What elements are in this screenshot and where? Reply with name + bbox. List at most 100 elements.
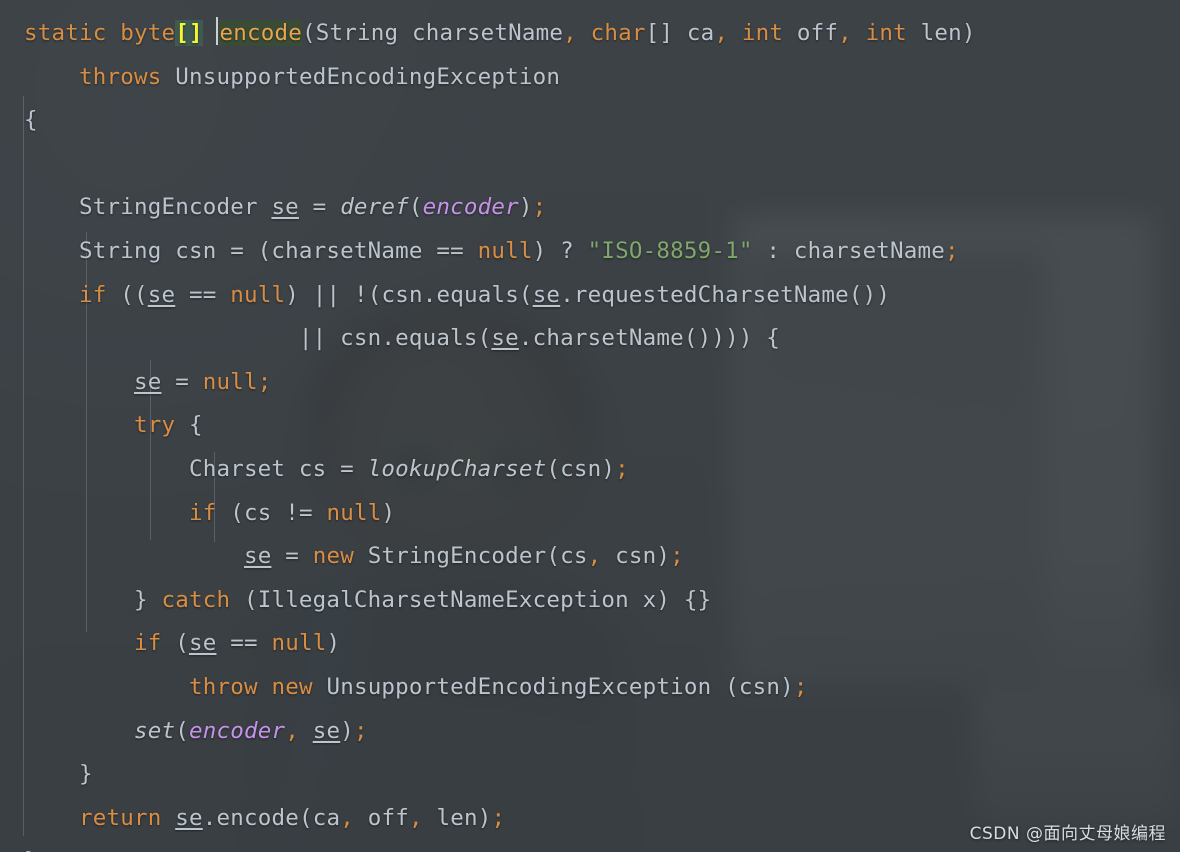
code-token: csn)	[601, 543, 671, 570]
code-editor-screenshot: static byte[] encode(String charsetName,…	[0, 0, 1180, 852]
code-line-14[interactable]: } catch (IllegalCharsetNameException x) …	[24, 579, 1180, 623]
code-line-16[interactable]: throw new UnsupportedEncodingException (…	[24, 666, 1180, 710]
code-token: StringEncoder	[24, 194, 272, 221]
code-token: }	[24, 848, 38, 852]
code-token: UnsupportedEncodingException	[161, 63, 561, 90]
code-token: ;	[353, 717, 368, 744]
code-line-11[interactable]: Charset cs = lookupCharset(csn);	[24, 448, 1180, 492]
code-token: || csn.equals(	[24, 325, 492, 352]
code-token: catch	[161, 586, 231, 613]
code-token: StringEncoder(cs	[353, 543, 588, 570]
code-token: return	[79, 804, 162, 831]
code-token: }	[24, 586, 162, 613]
code-line-18[interactable]: }	[24, 753, 1180, 797]
code-token: null	[202, 368, 258, 395]
code-line-3[interactable]: {	[24, 99, 1180, 143]
code-token: ((	[106, 281, 148, 308]
code-token: throw	[188, 673, 258, 700]
code-token: (cs !=	[216, 499, 327, 526]
code-token: throws	[79, 63, 162, 90]
code-token: if	[188, 499, 217, 526]
code-token: []	[175, 20, 203, 46]
code-line-6[interactable]: String csn = (charsetName == null) ? "IS…	[24, 230, 1180, 274]
code-token: Charset cs =	[24, 455, 368, 482]
code-token: len)	[422, 804, 492, 831]
code-token: ,	[714, 20, 729, 46]
code-line-1[interactable]: static byte[] encode(String charsetName,…	[24, 12, 1180, 56]
code-token: char	[590, 20, 646, 46]
code-line-13[interactable]: se = new StringEncoder(cs, csn);	[24, 535, 1180, 579]
code-token: ;	[491, 804, 506, 831]
code-token: null	[230, 281, 286, 308]
code-token: }	[24, 761, 93, 788]
code-token: ) ?	[532, 237, 588, 264]
code-token: [] ca	[645, 20, 715, 46]
code-token: encoder	[188, 717, 286, 744]
code-token: se	[188, 630, 217, 657]
code-token: se	[147, 281, 176, 308]
code-token: =	[161, 368, 203, 395]
code-token: int	[865, 20, 907, 46]
code-token: (IllegalCharsetNameException x) {}	[230, 586, 712, 613]
code-line-8[interactable]: || csn.equals(se.charsetName()))) {	[24, 317, 1180, 361]
code-token: ==	[216, 630, 272, 657]
code-token: String csn = (charsetName ==	[24, 237, 478, 264]
code-token: se	[175, 804, 203, 831]
csdn-watermark: CSDN @面向丈母娘编程	[969, 824, 1166, 844]
code-token: if	[79, 281, 107, 308]
code-line-2[interactable]: throws UnsupportedEncodingException	[24, 56, 1180, 100]
code-token: .encode(ca	[202, 804, 341, 831]
code-token: ,	[587, 543, 602, 570]
code-line-12[interactable]: if (cs != null)	[24, 492, 1180, 536]
code-token: len)	[906, 20, 976, 46]
code-token: set	[133, 717, 176, 744]
code-token: (	[408, 194, 423, 221]
code-token: null	[271, 630, 327, 657]
code-token: new	[271, 673, 313, 700]
code-token: ;	[670, 543, 684, 570]
code-token: ,	[408, 804, 423, 831]
code-text-area[interactable]: static byte[] encode(String charsetName,…	[0, 0, 1180, 852]
code-token: ;	[793, 673, 808, 700]
code-line-17[interactable]: set(encoder, se);	[24, 710, 1180, 754]
code-token: .requestedCharsetName())	[560, 281, 891, 308]
code-token: ,	[285, 717, 299, 744]
code-token: se	[133, 368, 162, 395]
code-token: se	[271, 194, 299, 221]
code-token: try	[133, 412, 176, 439]
code-token: ;	[945, 237, 959, 264]
code-token: =	[271, 543, 313, 570]
code-token: ;	[257, 368, 272, 395]
code-token: "ISO-8859-1"	[587, 237, 753, 264]
code-line-4[interactable]	[24, 143, 1180, 187]
code-line-7[interactable]: if ((se == null) || !(csn.equals(se.requ…	[24, 274, 1180, 318]
code-token: UnsupportedEncodingException (csn)	[312, 673, 794, 700]
code-token: lookupCharset	[367, 455, 547, 482]
code-token: (	[161, 630, 189, 657]
code-line-10[interactable]: try {	[24, 404, 1180, 448]
code-line-9[interactable]: se = null;	[24, 361, 1180, 405]
code-line-15[interactable]: if (se == null)	[24, 622, 1180, 666]
code-token: ) || !(csn.equals(	[285, 281, 533, 308]
code-token: byte	[120, 20, 176, 46]
code-token: ,	[838, 20, 852, 46]
code-token: se	[491, 325, 519, 352]
code-token: se	[243, 543, 272, 570]
code-line-5[interactable]: StringEncoder se = deref(encoder);	[24, 186, 1180, 230]
code-token: String	[315, 20, 399, 46]
